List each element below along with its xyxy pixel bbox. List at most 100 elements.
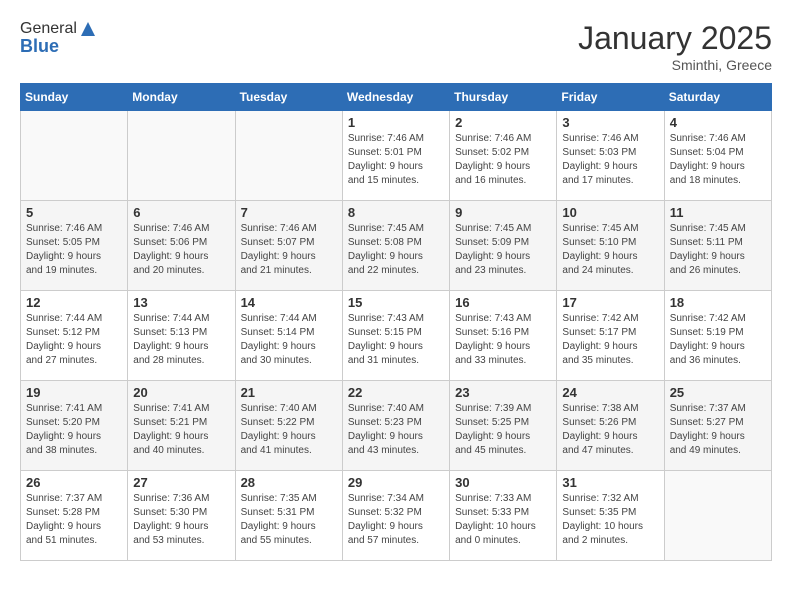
day-info: Sunrise: 7:32 AM Sunset: 5:35 PM Dayligh… — [562, 492, 658, 548]
day-number: 12 — [26, 295, 122, 310]
calendar-week-row: 12Sunrise: 7:44 AM Sunset: 5:12 PM Dayli… — [21, 291, 772, 381]
day-info: Sunrise: 7:41 AM Sunset: 5:20 PM Dayligh… — [26, 402, 122, 458]
day-number: 27 — [133, 475, 229, 490]
day-info: Sunrise: 7:46 AM Sunset: 5:03 PM Dayligh… — [562, 132, 658, 188]
day-info: Sunrise: 7:33 AM Sunset: 5:33 PM Dayligh… — [455, 492, 551, 548]
day-number: 18 — [670, 295, 766, 310]
day-info: Sunrise: 7:35 AM Sunset: 5:31 PM Dayligh… — [241, 492, 337, 548]
day-number: 29 — [348, 475, 444, 490]
day-number: 7 — [241, 205, 337, 220]
day-info: Sunrise: 7:43 AM Sunset: 5:15 PM Dayligh… — [348, 312, 444, 368]
calendar-cell: 1 Sunrise: 7:46 AM Sunset: 5:01 PM Daylig… — [342, 111, 449, 201]
day-info: Sunrise: 7:44 AM Sunset: 5:14 PM Dayligh… — [241, 312, 337, 368]
weekday-header: Saturday — [664, 84, 771, 111]
day-info: Sunrise: 7:46 AM Sunset: 5:05 PM Dayligh… — [26, 222, 122, 278]
location: Sminthi, Greece — [578, 57, 772, 73]
calendar-week-row: 5 Sunrise: 7:46 AM Sunset: 5:05 PM Daylig… — [21, 201, 772, 291]
calendar-cell — [128, 111, 235, 201]
day-number: 23 — [455, 385, 551, 400]
calendar-cell: 29Sunrise: 7:34 AM Sunset: 5:32 PM Dayli… — [342, 471, 449, 561]
day-number: 10 — [562, 205, 658, 220]
day-number: 13 — [133, 295, 229, 310]
calendar-cell: 8Sunrise: 7:45 AM Sunset: 5:08 PM Daylig… — [342, 201, 449, 291]
calendar-cell: 18 Sunrise: 7:42 AM Sunset: 5:19 PM Dayli… — [664, 291, 771, 381]
day-info: Sunrise: 7:38 AM Sunset: 5:26 PM Dayligh… — [562, 402, 658, 458]
day-info: Sunrise: 7:46 AM Sunset: 5:02 PM Dayligh… — [455, 132, 551, 188]
day-info: Sunrise: 7:42 AM Sunset: 5:17 PM Dayligh… — [562, 312, 658, 368]
day-number: 26 — [26, 475, 122, 490]
calendar-cell: 6 Sunrise: 7:46 AM Sunset: 5:06 PM Daylig… — [128, 201, 235, 291]
calendar-cell: 13 Sunrise: 7:44 AM Sunset: 5:13 PM Dayli… — [128, 291, 235, 381]
day-number: 22 — [348, 385, 444, 400]
page-header: General Blue January 2025 Sminthi, Greec… — [20, 20, 772, 73]
calendar-cell: 21 Sunrise: 7:40 AM Sunset: 5:22 PM Dayli… — [235, 381, 342, 471]
title-block: January 2025 Sminthi, Greece — [578, 20, 772, 73]
calendar-cell — [664, 471, 771, 561]
day-number: 9 — [455, 205, 551, 220]
calendar-cell: 27Sunrise: 7:36 AM Sunset: 5:30 PM Dayli… — [128, 471, 235, 561]
logo-icon — [79, 20, 97, 38]
calendar-cell: 7 Sunrise: 7:46 AM Sunset: 5:07 PM Daylig… — [235, 201, 342, 291]
weekday-header: Friday — [557, 84, 664, 111]
calendar-cell: 28 Sunrise: 7:35 AM Sunset: 5:31 PM Dayli… — [235, 471, 342, 561]
day-number: 21 — [241, 385, 337, 400]
day-number: 1 — [348, 115, 444, 130]
day-info: Sunrise: 7:40 AM Sunset: 5:22 PM Dayligh… — [241, 402, 337, 458]
day-number: 20 — [133, 385, 229, 400]
logo-blue: Blue — [20, 36, 97, 57]
day-number: 11 — [670, 205, 766, 220]
calendar-cell: 17 Sunrise: 7:42 AM Sunset: 5:17 PM Dayli… — [557, 291, 664, 381]
day-number: 25 — [670, 385, 766, 400]
calendar-cell: 9 Sunrise: 7:45 AM Sunset: 5:09 PM Daylig… — [450, 201, 557, 291]
calendar-cell: 15Sunrise: 7:43 AM Sunset: 5:15 PM Dayli… — [342, 291, 449, 381]
day-info: Sunrise: 7:44 AM Sunset: 5:13 PM Dayligh… — [133, 312, 229, 368]
day-number: 17 — [562, 295, 658, 310]
day-number: 6 — [133, 205, 229, 220]
calendar-cell: 11 Sunrise: 7:45 AM Sunset: 5:11 PM Dayli… — [664, 201, 771, 291]
month-title: January 2025 — [578, 20, 772, 57]
day-info: Sunrise: 7:41 AM Sunset: 5:21 PM Dayligh… — [133, 402, 229, 458]
weekday-header: Wednesday — [342, 84, 449, 111]
day-info: Sunrise: 7:39 AM Sunset: 5:25 PM Dayligh… — [455, 402, 551, 458]
day-number: 28 — [241, 475, 337, 490]
day-number: 2 — [455, 115, 551, 130]
calendar-cell: 22Sunrise: 7:40 AM Sunset: 5:23 PM Dayli… — [342, 381, 449, 471]
day-info: Sunrise: 7:37 AM Sunset: 5:28 PM Dayligh… — [26, 492, 122, 548]
calendar-week-row: 19 Sunrise: 7:41 AM Sunset: 5:20 PM Dayli… — [21, 381, 772, 471]
calendar-cell: 23 Sunrise: 7:39 AM Sunset: 5:25 PM Dayli… — [450, 381, 557, 471]
calendar-table: SundayMondayTuesdayWednesdayThursdayFrid… — [20, 83, 772, 561]
day-number: 5 — [26, 205, 122, 220]
day-info: Sunrise: 7:45 AM Sunset: 5:10 PM Dayligh… — [562, 222, 658, 278]
day-number: 19 — [26, 385, 122, 400]
calendar-cell: 25 Sunrise: 7:37 AM Sunset: 5:27 PM Dayli… — [664, 381, 771, 471]
calendar-cell: 3 Sunrise: 7:46 AM Sunset: 5:03 PM Daylig… — [557, 111, 664, 201]
day-info: Sunrise: 7:45 AM Sunset: 5:11 PM Dayligh… — [670, 222, 766, 278]
calendar-cell: 20 Sunrise: 7:41 AM Sunset: 5:21 PM Dayli… — [128, 381, 235, 471]
day-info: Sunrise: 7:46 AM Sunset: 5:07 PM Dayligh… — [241, 222, 337, 278]
calendar-cell: 31 Sunrise: 7:32 AM Sunset: 5:35 PM Dayli… — [557, 471, 664, 561]
day-number: 14 — [241, 295, 337, 310]
day-info: Sunrise: 7:46 AM Sunset: 5:06 PM Dayligh… — [133, 222, 229, 278]
day-number: 24 — [562, 385, 658, 400]
calendar-cell: 14 Sunrise: 7:44 AM Sunset: 5:14 PM Dayli… — [235, 291, 342, 381]
calendar-cell: 5 Sunrise: 7:46 AM Sunset: 5:05 PM Daylig… — [21, 201, 128, 291]
day-info: Sunrise: 7:43 AM Sunset: 5:16 PM Dayligh… — [455, 312, 551, 368]
day-info: Sunrise: 7:42 AM Sunset: 5:19 PM Dayligh… — [670, 312, 766, 368]
day-number: 8 — [348, 205, 444, 220]
day-number: 3 — [562, 115, 658, 130]
day-number: 16 — [455, 295, 551, 310]
calendar-week-row: 26 Sunrise: 7:37 AM Sunset: 5:28 PM Dayli… — [21, 471, 772, 561]
weekday-header: Monday — [128, 84, 235, 111]
day-number: 4 — [670, 115, 766, 130]
calendar-cell: 12Sunrise: 7:44 AM Sunset: 5:12 PM Dayli… — [21, 291, 128, 381]
weekday-header-row: SundayMondayTuesdayWednesdayThursdayFrid… — [21, 84, 772, 111]
calendar-cell: 16 Sunrise: 7:43 AM Sunset: 5:16 PM Dayli… — [450, 291, 557, 381]
weekday-header: Tuesday — [235, 84, 342, 111]
day-info: Sunrise: 7:37 AM Sunset: 5:27 PM Dayligh… — [670, 402, 766, 458]
calendar-cell: 26 Sunrise: 7:37 AM Sunset: 5:28 PM Dayli… — [21, 471, 128, 561]
day-info: Sunrise: 7:46 AM Sunset: 5:04 PM Dayligh… — [670, 132, 766, 188]
day-info: Sunrise: 7:46 AM Sunset: 5:01 PM Dayligh… — [348, 132, 444, 188]
day-number: 31 — [562, 475, 658, 490]
day-info: Sunrise: 7:45 AM Sunset: 5:09 PM Dayligh… — [455, 222, 551, 278]
calendar-cell — [21, 111, 128, 201]
